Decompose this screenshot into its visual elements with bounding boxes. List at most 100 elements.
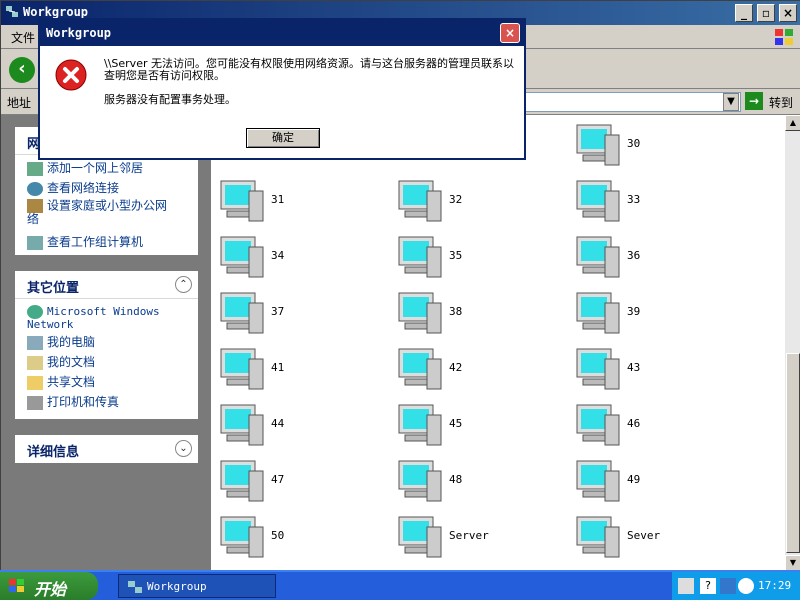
computer-label: 49 [627, 473, 641, 486]
computer-item[interactable]: 32 [393, 177, 563, 227]
add-network-place-link[interactable]: 添加一个网上邻居 [27, 159, 143, 176]
computer-item[interactable]: 42 [393, 345, 563, 395]
computer-item[interactable]: 38 [393, 289, 563, 339]
my-documents-link[interactable]: 我的文档 [27, 353, 95, 370]
computer-label: 46 [627, 417, 641, 430]
computer-item[interactable]: 30 [571, 121, 741, 171]
ok-button[interactable]: 确定 [246, 128, 320, 148]
my-computer-icon [27, 335, 43, 350]
window-title: Workgroup [23, 5, 89, 19]
computer-item[interactable]: 50 [215, 513, 385, 563]
details-panel: 详细信息 ⌄ [15, 435, 198, 463]
dialog-close-button[interactable]: × [500, 23, 520, 43]
home-network-icon [27, 199, 43, 213]
expand-chevron-icon[interactable]: ⌄ [175, 440, 192, 457]
computer-item[interactable]: 44 [215, 401, 385, 451]
computer-list: 30 31 32 33 34 35 36 37 38 39 41 42 43 44 45 46 47 48 49 50… [211, 115, 785, 571]
computer-icon [576, 460, 620, 502]
close-button[interactable]: × [779, 4, 797, 22]
computer-item[interactable]: 45 [393, 401, 563, 451]
printers-faxes-link[interactable]: 打印机和传真 [27, 393, 119, 410]
other-places-panel: 其它位置 ⌃ Microsoft Windows Network 我的电脑 我的… [15, 271, 198, 419]
folder-icon [27, 375, 43, 390]
computer-label: 37 [271, 305, 285, 318]
computer-item[interactable]: 33 [571, 177, 741, 227]
help-icon[interactable]: ? [700, 578, 716, 594]
go-button[interactable]: → 转到 [745, 92, 797, 112]
go-arrow-icon: → [745, 92, 763, 110]
go-label: 转到 [769, 96, 794, 110]
back-button[interactable]: ‹ [9, 57, 35, 83]
computer-item[interactable]: 47 [215, 457, 385, 507]
clock[interactable]: 17:29 [758, 579, 791, 592]
scroll-thumb[interactable] [786, 353, 800, 553]
maximize-button[interactable]: ▫ [757, 4, 775, 22]
my-documents-icon [27, 355, 43, 370]
computer-item[interactable]: 48 [393, 457, 563, 507]
computer-item[interactable]: 34 [215, 233, 385, 283]
computer-item[interactable]: 43 [571, 345, 741, 395]
computer-item[interactable]: 46 [571, 401, 741, 451]
address-dropdown-button[interactable]: ▼ [723, 93, 739, 111]
computer-item[interactable]: 35 [393, 233, 563, 283]
computer-item[interactable]: 31 [215, 177, 385, 227]
other-places-header[interactable]: 其它位置 ⌃ [15, 271, 198, 299]
computer-label: 43 [627, 361, 641, 374]
vertical-scrollbar[interactable]: ▲ ▼ [785, 115, 800, 571]
computer-item[interactable]: Server [393, 513, 563, 563]
computer-icon [220, 404, 264, 446]
workgroup-computers-icon [27, 235, 43, 250]
computer-icon [576, 516, 620, 558]
computer-icon [576, 348, 620, 390]
computer-item[interactable]: 41 [215, 345, 385, 395]
computer-item[interactable]: 39 [571, 289, 741, 339]
desktop: Workgroup _ ▫ × 文件 ‹ 地址 ▼ → 转到 网 添加一个网上邻… [0, 0, 800, 600]
windows-flag-icon [9, 579, 24, 592]
keyboard-icon[interactable] [678, 578, 694, 594]
computer-icon [576, 292, 620, 334]
globe-icon [27, 305, 43, 319]
computer-icon [576, 404, 620, 446]
shared-documents-link[interactable]: 共享文档 [27, 373, 95, 390]
my-computer-link[interactable]: 我的电脑 [27, 333, 95, 350]
address-label: 地址 [7, 96, 32, 110]
error-icon [55, 59, 87, 91]
scroll-down-button[interactable]: ▼ [785, 555, 800, 571]
computer-icon [576, 180, 620, 222]
network-connections-icon [27, 181, 43, 196]
computer-label: 45 [449, 417, 463, 430]
computer-item[interactable]: 37 [215, 289, 385, 339]
dialog-titlebar[interactable]: Workgroup × [40, 20, 524, 46]
computer-item[interactable]: 49 [571, 457, 741, 507]
volume-icon[interactable] [720, 578, 736, 594]
start-button[interactable]: 开始 [0, 572, 98, 600]
computer-icon [398, 460, 442, 502]
details-header[interactable]: 详细信息 ⌄ [15, 435, 198, 463]
taskbar-item-workgroup[interactable]: Workgroup [118, 574, 276, 598]
taskbar-item-label: Workgroup [147, 580, 207, 593]
computer-icon [220, 236, 264, 278]
collapse-chevron-icon[interactable]: ⌃ [175, 276, 192, 293]
add-network-place-icon [27, 161, 43, 176]
computer-item[interactable]: 36 [571, 233, 741, 283]
setup-home-network-link[interactable]: 设置家庭或小型办公网络 [27, 199, 177, 225]
computer-label: 47 [271, 473, 285, 486]
view-network-connections-link[interactable]: 查看网络连接 [27, 179, 119, 196]
computer-icon [220, 460, 264, 502]
computer-item[interactable]: Sever [571, 513, 741, 563]
computer-icon [576, 236, 620, 278]
computer-label: 44 [271, 417, 285, 430]
computer-label: 38 [449, 305, 463, 318]
computer-label: 35 [449, 249, 463, 262]
view-workgroup-computers-link[interactable]: 查看工作组计算机 [27, 233, 143, 250]
computer-icon [398, 348, 442, 390]
network-icon [6, 6, 18, 17]
computer-label: Server [449, 529, 489, 542]
computer-label: 48 [449, 473, 463, 486]
computer-label: 41 [271, 361, 285, 374]
scroll-up-button[interactable]: ▲ [785, 115, 800, 131]
minimize-button[interactable]: _ [735, 4, 753, 22]
computer-label: 31 [271, 193, 285, 206]
menu-file[interactable]: 文件 [11, 29, 35, 46]
microsoft-windows-network-link[interactable]: Microsoft Windows Network [27, 305, 177, 331]
